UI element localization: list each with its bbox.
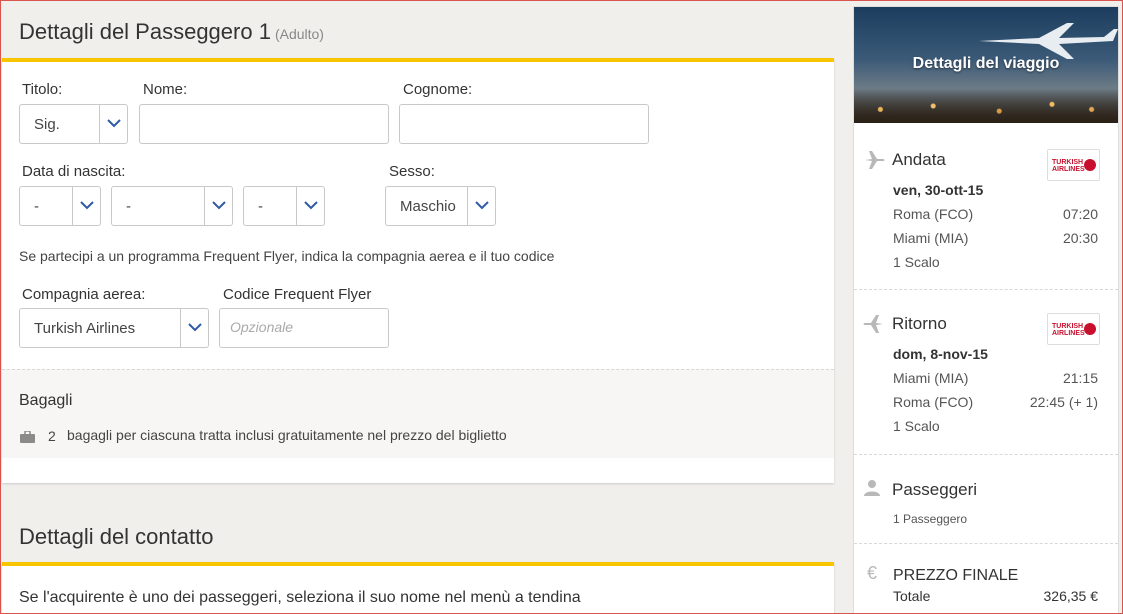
compagnia-select[interactable]: Turkish Airlines — [19, 308, 209, 348]
banner-title: Dettagli del viaggio — [912, 55, 1060, 72]
outbound-date: ven, 30-ott-15 — [893, 182, 984, 198]
suitcase-icon — [20, 430, 35, 448]
nome-label: Nome: — [143, 81, 188, 98]
mese-value: - — [126, 198, 131, 215]
passengers-heading: Passeggeri — [892, 480, 978, 499]
baggage-panel: Bagagli 2 bagagli per ciascuna tratta in… — [2, 369, 834, 458]
codice-ff-placeholder: Opzionale — [230, 319, 294, 335]
return-to: Roma (FCO) — [893, 394, 974, 410]
return-date: dom, 8-nov-15 — [893, 346, 988, 362]
return-stops: 1 Scalo — [893, 418, 940, 434]
nome-input[interactable] — [139, 104, 389, 144]
return-segment: Ritorno TURKISH AIRLINES dom, 8-nov-15 Mi… — [854, 291, 1118, 455]
chevron-down-icon — [296, 187, 324, 225]
outbound-stops: 1 Scalo — [893, 254, 940, 270]
trip-banner: Dettagli del viaggio — [854, 7, 1118, 123]
baggage-count: 2 — [48, 428, 56, 444]
outbound-to: Miami (MIA) — [893, 230, 969, 246]
sesso-label: Sesso: — [389, 163, 435, 180]
contact-text: Se l'acquirente è uno dei passeggeri, se… — [19, 589, 581, 606]
giorno-select[interactable]: - — [19, 186, 101, 226]
anno-select[interactable]: - — [243, 186, 325, 226]
price-total-value: 326,35 € — [1043, 588, 1099, 604]
cognome-input[interactable] — [399, 104, 649, 144]
giorno-value: - — [34, 198, 39, 215]
trip-summary-sidebar: Dettagli del viaggio Andata TURKISH AIRLI… — [853, 6, 1119, 614]
titolo-select[interactable]: Sig. — [19, 104, 128, 144]
passengers-segment: Passeggeri 1 Passeggero — [854, 456, 1118, 544]
return-from-time: 21:15 — [1062, 370, 1098, 386]
mese-select[interactable]: - — [111, 186, 233, 226]
baggage-title: Bagagli — [19, 392, 73, 409]
compagnia-value: Turkish Airlines — [34, 320, 136, 337]
return-from: Miami (MIA) — [893, 370, 969, 386]
titolo-label: Titolo: — [22, 81, 63, 98]
turkish-airlines-logo: TURKISH AIRLINES — [1047, 149, 1100, 181]
outbound-from: Roma (FCO) — [893, 206, 974, 222]
plane-icon — [863, 313, 885, 340]
outbound-to-time: 20:30 — [1062, 230, 1098, 246]
codice-ff-label: Codice Frequent Flyer — [223, 286, 372, 303]
codice-ff-input[interactable]: Opzionale — [219, 308, 389, 348]
turkish-airlines-logo: TURKISH AIRLINES — [1047, 313, 1100, 345]
anno-value: - — [258, 198, 263, 215]
sesso-select[interactable]: Maschio — [385, 186, 496, 226]
city-lights-decoration — [854, 89, 1118, 123]
titolo-value: Sig. — [34, 116, 60, 133]
person-icon — [863, 479, 881, 502]
cognome-label: Cognome: — [403, 81, 473, 98]
chevron-down-icon — [72, 187, 100, 225]
chevron-down-icon — [180, 309, 208, 347]
outbound-from-time: 07:20 — [1062, 206, 1098, 222]
sesso-value: Maschio — [400, 198, 456, 215]
chevron-down-icon — [467, 187, 495, 225]
passenger-title-text: Dettagli del Passeggero 1 — [19, 19, 271, 44]
plane-icon — [863, 149, 885, 176]
return-to-time: 22:45 (+ 1) — [1029, 394, 1098, 410]
passenger-type: (Adulto) — [274, 26, 324, 42]
outbound-segment: Andata TURKISH AIRLINES ven, 30-ott-15 Ro… — [854, 123, 1118, 290]
outbound-heading: Andata — [892, 150, 946, 169]
return-heading: Ritorno — [892, 314, 947, 333]
euro-icon: € — [867, 563, 878, 583]
price-total-label: Totale — [893, 588, 931, 604]
chevron-down-icon — [204, 187, 232, 225]
contact-section-title: Dettagli del contatto — [19, 524, 214, 549]
passenger-section-title: Dettagli del Passeggero 1 (Adulto) — [19, 19, 324, 45]
compagnia-label: Compagnia aerea: — [22, 286, 146, 303]
baggage-text: bagagli per ciascuna tratta inclusi grat… — [67, 427, 507, 443]
price-heading: PREZZO FINALE — [893, 567, 1019, 584]
passengers-count: 1 Passeggero — [893, 512, 968, 526]
chevron-down-icon — [99, 105, 127, 143]
data-nascita-label: Data di nascita: — [22, 163, 126, 180]
frequent-flyer-note: Se partecipi a un programma Frequent Fly… — [19, 248, 555, 264]
